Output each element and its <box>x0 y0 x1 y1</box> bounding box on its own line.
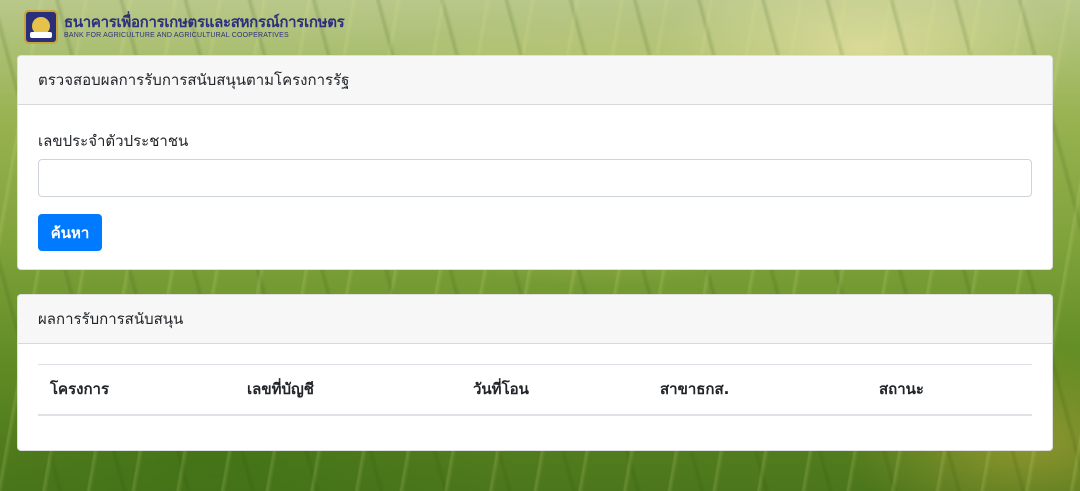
baac-emblem-icon <box>24 10 58 44</box>
baac-logo: ธนาคารเพื่อการเกษตรและสหกรณ์การเกษตร BAN… <box>24 9 345 45</box>
logo-text: ธนาคารเพื่อการเกษตรและสหกรณ์การเกษตร BAN… <box>64 14 345 39</box>
search-card: ตรวจสอบผลการรับการสนับสนุนตามโครงการรัฐ … <box>17 55 1053 270</box>
result-card-body: โครงการ เลขที่บัญชี วันที่โอน สาขาธกส. ส… <box>18 364 1052 416</box>
result-card: ผลการรับการสนับสนุน โครงการ เลขที่บัญชี … <box>17 294 1053 451</box>
result-card-title: ผลการรับการสนับสนุน <box>38 310 184 328</box>
result-table: โครงการ เลขที่บัญชี วันที่โอน สาขาธกส. ส… <box>38 364 1032 416</box>
search-card-header: ตรวจสอบผลการรับการสนับสนุนตามโครงการรัฐ <box>18 56 1052 105</box>
column-header-account-number: เลขที่บัญชี <box>235 364 461 416</box>
column-header-project: โครงการ <box>38 364 235 416</box>
citizen-id-input[interactable] <box>38 159 1032 197</box>
search-card-body: เลขประจำตัวประชาชน ค้นหา <box>18 129 1052 251</box>
table-header-row: โครงการ เลขที่บัญชี วันที่โอน สาขาธกส. ส… <box>38 364 1032 416</box>
logo-name-thai: ธนาคารเพื่อการเกษตรและสหกรณ์การเกษตร <box>64 14 345 31</box>
column-header-baac-branch: สาขาธกส. <box>648 364 867 416</box>
search-card-title: ตรวจสอบผลการรับการสนับสนุนตามโครงการรัฐ <box>38 71 350 89</box>
logo-name-english: BANK FOR AGRICULTURE AND AGRICULTURAL CO… <box>64 32 289 39</box>
column-header-status: สถานะ <box>867 364 1032 416</box>
column-header-transfer-date: วันที่โอน <box>461 364 648 416</box>
citizen-id-label: เลขประจำตัวประชาชน <box>38 132 189 150</box>
result-card-header: ผลการรับการสนับสนุน <box>18 295 1052 344</box>
search-button[interactable]: ค้นหา <box>38 214 102 251</box>
